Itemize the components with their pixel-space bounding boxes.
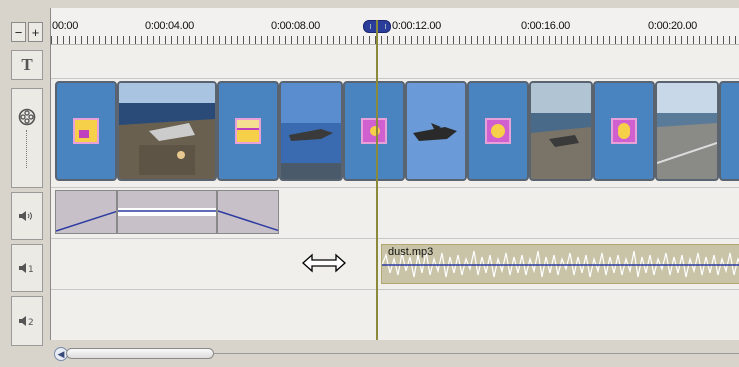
transition-icon	[485, 118, 511, 144]
waveform	[382, 250, 739, 278]
title-track-button[interactable]: T	[11, 50, 43, 80]
jet-flight-thumbnail	[407, 83, 465, 179]
time-ruler[interactable]: 00:00 0:00:04.00 0:00:08.00 0:00:12.00 0…	[51, 8, 739, 45]
carrier-landing-thumbnail	[531, 83, 591, 179]
deck-view-thumbnail	[657, 83, 717, 179]
video-clip[interactable]	[279, 81, 343, 181]
svg-text:2: 2	[28, 318, 34, 327]
zoom-in-button[interactable]: +	[28, 22, 43, 42]
transition-clip[interactable]	[55, 81, 117, 181]
audio-clip[interactable]	[117, 190, 217, 234]
zoom-out-button[interactable]: −	[11, 22, 26, 42]
voice-track-button[interactable]	[11, 192, 43, 240]
ruler-label: 0:00:16.00	[521, 20, 570, 32]
zoom-controls: − +	[11, 22, 43, 42]
speaker-1-icon: 1	[19, 263, 34, 274]
jet-takeoff-thumbnail	[281, 83, 341, 179]
film-reel-icon	[18, 108, 36, 126]
music-track-1-button[interactable]: 1	[11, 244, 43, 292]
video-clip[interactable]	[405, 81, 467, 181]
resize-cursor-icon	[302, 253, 346, 273]
title-track[interactable]	[51, 45, 739, 79]
transition-clip[interactable]	[217, 81, 279, 181]
transition-clip[interactable]	[343, 81, 405, 181]
audio-clip[interactable]	[217, 190, 279, 234]
transition-clip[interactable]	[719, 81, 739, 181]
transition-icon	[361, 118, 387, 144]
music-track-1[interactable]: dust.mp3	[51, 239, 739, 290]
horizontal-scrollbar[interactable]: ◀	[50, 342, 739, 367]
music-track-2[interactable]	[51, 290, 739, 340]
transition-icon	[73, 118, 99, 144]
ruler-label: 0:00:08.00	[271, 20, 320, 32]
ruler-label: 0:00:12.00	[392, 20, 441, 32]
carrier-deck-thumbnail	[119, 83, 215, 179]
waveform	[118, 208, 216, 216]
track-divider	[26, 130, 28, 168]
track-header-column: − + T 1 2	[8, 8, 45, 348]
music-clip[interactable]: dust.mp3	[381, 244, 739, 284]
transition-icon	[235, 118, 261, 144]
playhead-line[interactable]	[376, 20, 378, 340]
volume-envelope	[56, 210, 116, 232]
voice-track[interactable]	[51, 188, 739, 239]
video-clip[interactable]	[117, 81, 217, 181]
timeline-editor: − + T 1 2 00:00 0:00:04.00 0:00:08.00 0:…	[0, 0, 739, 367]
music-track-2-button[interactable]: 2	[11, 296, 43, 346]
transition-icon	[611, 118, 637, 144]
video-clip[interactable]	[529, 81, 593, 181]
audio-clip[interactable]	[55, 190, 117, 234]
volume-envelope	[218, 210, 278, 232]
svg-text:1: 1	[28, 265, 34, 274]
music-clip-name: dust.mp3	[388, 246, 434, 258]
transition-clip[interactable]	[467, 81, 529, 181]
video-track[interactable]	[51, 79, 739, 188]
video-clip[interactable]	[655, 81, 719, 181]
ruler-label: 00:00	[52, 20, 79, 32]
ruler-label: 0:00:20.00	[648, 20, 697, 32]
ruler-label: 0:00:04.00	[145, 20, 194, 32]
timeline-area[interactable]: 00:00 0:00:04.00 0:00:08.00 0:00:12.00 0…	[50, 8, 739, 340]
ruler-ticks	[51, 36, 739, 44]
scroll-thumb[interactable]	[66, 348, 214, 359]
speaker-icon	[19, 211, 32, 221]
speaker-2-icon: 2	[19, 316, 34, 327]
video-track-button[interactable]	[11, 88, 43, 188]
transition-clip[interactable]	[593, 81, 655, 181]
